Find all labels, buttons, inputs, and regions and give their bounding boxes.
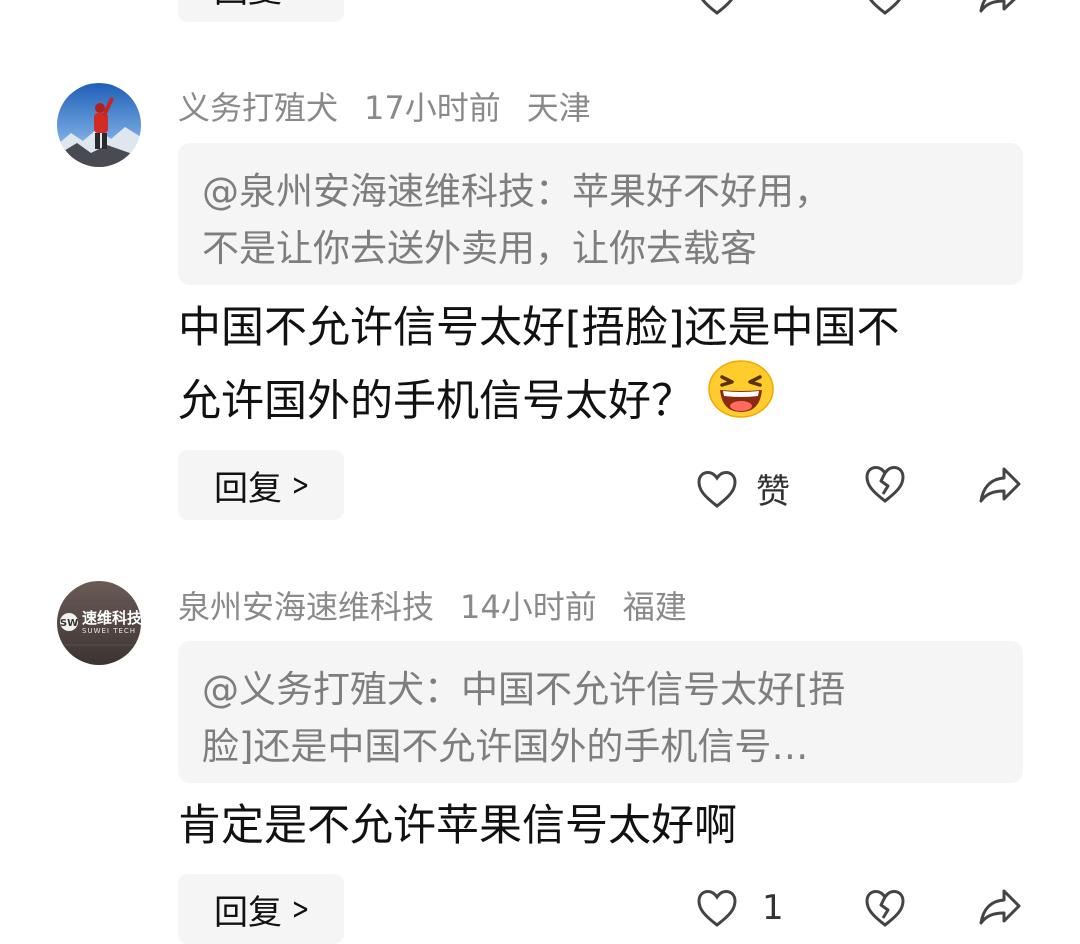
comment-meta: 泉州安海速维科技 14小时前 福建 — [178, 583, 713, 627]
comment-line-text: 允许国外的手机信号太好？ — [178, 376, 694, 427]
avatar-brand-text: 速维科技 — [82, 609, 141, 627]
comment-line: 中国不允许信号太好[捂脸]还是中国不 — [178, 303, 900, 353]
like-button[interactable]: 1 — [696, 888, 784, 928]
avatar[interactable] — [57, 83, 141, 167]
mountain-climber-avatar-image — [57, 83, 141, 167]
quoted-reply[interactable]: @义务打殖犬：中国不允许信号太好[捂 脸]还是中国不允许国外的手机信号… — [178, 641, 1023, 783]
reply-label: 回复 — [214, 468, 282, 509]
reply-label: 回复 — [214, 0, 282, 12]
comment-line: 允许国外的手机信号太好？ — [178, 360, 1038, 444]
timestamp: 17小时前 — [364, 89, 501, 127]
username[interactable]: 泉州安海速维科技 — [178, 582, 434, 628]
broken-heart-icon — [869, 0, 901, 15]
avatar-brand-subtext: SUWEI TECH — [82, 627, 137, 635]
username[interactable]: 义务打殖犬 — [178, 83, 338, 129]
quoted-reply[interactable]: @泉州安海速维科技：苹果好不好用， 不是让你去送外卖用，让你去载客 — [178, 143, 1023, 285]
share-button[interactable] — [978, 466, 1022, 504]
comment-body: 肯定是不允许苹果信号太好啊 — [178, 790, 1038, 862]
timestamp: 14小时前 — [460, 588, 597, 626]
share-icon — [979, 467, 1021, 503]
like-button[interactable]: 赞 — [696, 464, 790, 513]
quote-line: 不是让你去送外卖用，让你去载客 — [202, 227, 757, 270]
broken-heart-icon — [865, 889, 905, 927]
location: 天津 — [526, 89, 591, 127]
share-icon — [979, 889, 1021, 925]
comment-line: 肯定是不允许苹果信号太好啊 — [178, 801, 737, 851]
quote-line: @泉州安海速维科技：苹果好不好用， — [202, 170, 831, 213]
avatar[interactable]: SW 速维科技 SUWEI TECH — [57, 581, 141, 665]
reply-button[interactable]: 回复 > — [178, 874, 344, 944]
like-count: 1 — [762, 888, 784, 928]
comment-body: 中国不允许信号太好[捂脸]还是中国不 允许国外的手机信号太好？ — [178, 292, 1038, 444]
share-button[interactable] — [978, 888, 1022, 926]
chevron-right-icon: > — [292, 0, 310, 5]
like-button-top[interactable] — [696, 0, 738, 16]
share-button-top[interactable] — [978, 0, 1022, 14]
quote-line: @义务打殖犬：中国不允许信号太好[捂 — [202, 668, 846, 711]
heart-icon — [697, 889, 737, 927]
dislike-button-top[interactable] — [864, 0, 906, 16]
svg-text:SW: SW — [60, 618, 78, 629]
heart-icon — [697, 470, 737, 508]
chevron-right-icon: > — [291, 467, 310, 503]
laughing-face-emoji — [708, 360, 774, 440]
location: 福建 — [622, 588, 687, 626]
broken-heart-icon — [865, 465, 905, 503]
share-icon — [979, 0, 1016, 13]
dislike-button[interactable] — [864, 464, 906, 504]
reply-label: 回复 — [214, 892, 282, 933]
like-label: 赞 — [756, 472, 790, 512]
quote-line: 脸]还是中国不允许国外的手机信号… — [202, 725, 809, 768]
chevron-right-icon: > — [291, 891, 310, 927]
reply-button[interactable]: 回复 > — [178, 450, 344, 520]
reply-button-top[interactable]: 回复 > — [178, 0, 344, 22]
heart-icon — [701, 0, 733, 15]
dislike-button[interactable] — [864, 888, 906, 928]
comment-meta: 义务打殖犬 17小时前 天津 — [178, 84, 617, 128]
